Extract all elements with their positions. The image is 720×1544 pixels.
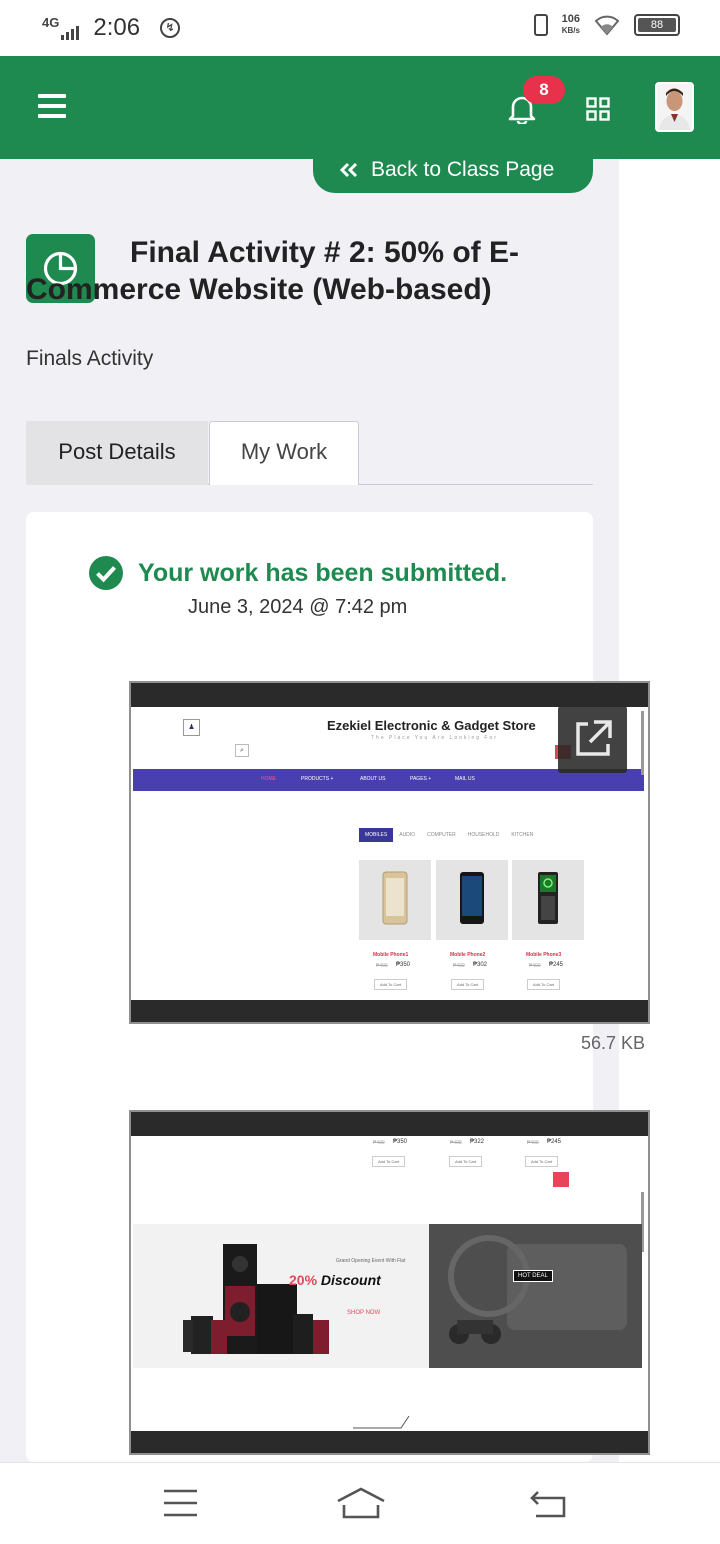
back-icon[interactable] [530, 1488, 568, 1518]
system-nav-bar [0, 1462, 720, 1544]
back-to-class-label: Back to Class Page [371, 158, 555, 181]
preview-user-icon: ♟ [183, 719, 200, 736]
preview-hot-deal-banner [429, 1224, 642, 1368]
notification-badge: 8 [523, 76, 565, 104]
preview-top-bar [131, 683, 648, 707]
preview-product-image [359, 860, 431, 940]
data-saver-icon: ↯ [160, 18, 181, 38]
profile-avatar[interactable] [655, 82, 694, 132]
preview-bottom-bar [131, 1000, 648, 1022]
network-speed: 106 KB/s [561, 13, 580, 36]
preview-promo-banner [133, 1224, 429, 1368]
app-header: 8 [0, 56, 720, 159]
clock: 2:06 [93, 14, 141, 41]
preview-categories: MOBILES AUDIO COMPUTER HOUSEHOLD KITCHEN [359, 828, 539, 842]
open-external-button[interactable] [558, 706, 627, 773]
apps-grid-icon[interactable] [586, 97, 610, 121]
wifi-icon [594, 15, 620, 36]
preview-product-image [512, 860, 584, 940]
signal-icon [61, 26, 80, 40]
home-icon[interactable] [336, 1487, 386, 1519]
preview-promo-discount: 20% Discount [289, 1272, 381, 1288]
vibrate-icon [533, 14, 548, 36]
preview-decoration [353, 1415, 410, 1429]
activity-category: Finals Activity [26, 347, 154, 370]
open-external-icon [576, 720, 612, 756]
file-size: 56.7 KB [581, 1033, 646, 1053]
double-chevron-left-icon [339, 162, 358, 178]
submission-status: Your work has been submitted. [88, 555, 507, 591]
check-circle-icon [89, 556, 123, 590]
page-title: Final Activity # 2: 50% of E-Commerce We… [26, 236, 519, 306]
preview-store-title: Ezekiel Electronic & Gadget Store [327, 718, 536, 733]
attachment-preview-2[interactable]: ₱400 ₱350 ₱400 ₱322 ₱400 ₱245 Add To Car… [129, 1110, 650, 1455]
preview-bottom-bar [131, 1431, 648, 1453]
preview-store-tagline: The Place You Are Looking For [371, 735, 498, 741]
battery-icon: 88 [634, 14, 680, 36]
preview-scrollbar [641, 711, 644, 775]
tab-post-details[interactable]: Post Details [26, 421, 208, 485]
network-type: 4G [42, 14, 60, 30]
submission-status-text: Your work has been submitted. [138, 558, 508, 587]
status-bar: 4G 2:06 ↯ 106 KB/s 88 [0, 0, 720, 56]
preview-hot-deal-label: HOT DEAL [513, 1270, 553, 1282]
preview-product-image [436, 860, 508, 940]
submission-date: June 3, 2024 @ 7:42 pm [188, 596, 408, 618]
preview-cart-icon [553, 1172, 569, 1187]
tab-bar: Post Details My Work [26, 421, 593, 485]
menu-icon[interactable] [38, 94, 66, 118]
tab-my-work[interactable]: My Work [209, 421, 359, 485]
preview-top-bar [131, 1112, 648, 1136]
back-to-class-button[interactable]: Back to Class Page [313, 147, 593, 193]
preview-search-icon: ⌕ [235, 744, 249, 757]
recent-apps-icon[interactable] [163, 1489, 198, 1517]
